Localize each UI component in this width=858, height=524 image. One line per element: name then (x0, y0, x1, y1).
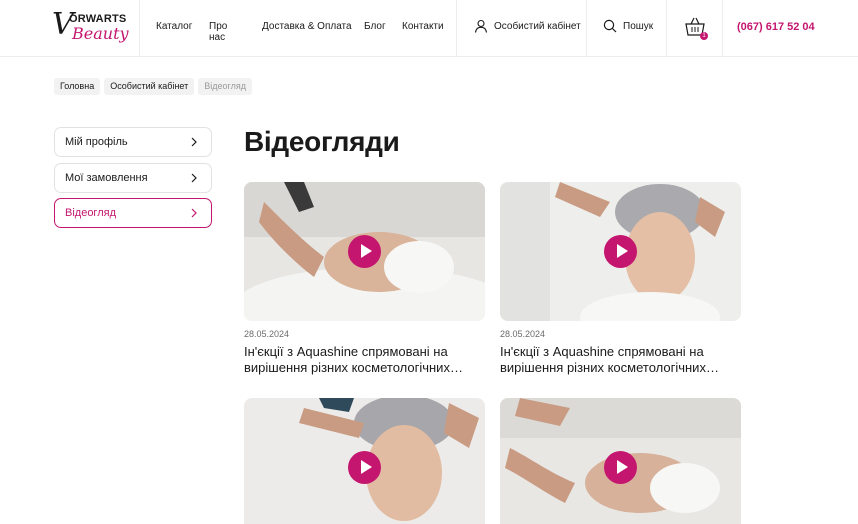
user-icon (474, 19, 488, 33)
header-divider (666, 0, 667, 57)
breadcrumb-current: Відеогляд (198, 78, 252, 95)
video-date: 28.05.2024 (500, 329, 546, 339)
sidebar-item-label: Мої замовлення (65, 172, 148, 184)
header-divider (722, 0, 723, 57)
sidebar-item-orders[interactable]: Мої замовлення (54, 163, 212, 193)
video-card[interactable] (244, 398, 485, 524)
play-button[interactable] (604, 235, 637, 268)
chevron-right-icon (191, 173, 197, 183)
chevron-right-icon (191, 137, 197, 147)
header-divider (139, 0, 140, 57)
sidebar-item-profile[interactable]: Мій профіль (54, 127, 212, 157)
account-link[interactable]: Особистий кабінет (474, 19, 581, 33)
page-title: Відеогляди (244, 126, 400, 157)
header-divider (586, 0, 587, 57)
search-icon (603, 19, 617, 33)
search-label: Пошук (623, 20, 654, 32)
video-thumbnail[interactable] (500, 398, 741, 524)
video-title[interactable]: Ін'єкції з Aquashine спрямовані на виріш… (244, 344, 485, 376)
video-date: 28.05.2024 (244, 329, 290, 339)
video-title[interactable]: Ін'єкції з Aquashine спрямовані на виріш… (500, 344, 741, 376)
video-thumbnail[interactable] (244, 398, 485, 524)
breadcrumb-home[interactable]: Головна (54, 78, 101, 95)
header-divider (456, 0, 457, 57)
video-thumbnail[interactable] (500, 182, 741, 321)
nav-about[interactable]: Про нас (209, 21, 227, 43)
video-card[interactable]: 28.05.2024 Ін'єкції з Aquashine спрямова… (500, 182, 741, 376)
video-thumbnail[interactable] (244, 182, 485, 321)
sidebar-item-video-review[interactable]: Відеогляд (54, 198, 212, 228)
brand-logo[interactable]: V ORWARTS Beauty (52, 10, 132, 46)
play-button[interactable] (348, 451, 381, 484)
play-button[interactable] (348, 235, 381, 268)
search-button[interactable]: Пошук (603, 19, 653, 33)
nav-catalog[interactable]: Каталог (156, 21, 192, 32)
account-label: Особистий кабінет (494, 20, 581, 32)
video-card[interactable]: 28.05.2024 Ін'єкції з Aquashine спрямова… (244, 182, 485, 376)
sidebar-item-label: Відеогляд (65, 207, 116, 219)
sidebar-item-label: Мій профіль (65, 136, 128, 148)
breadcrumb: Головна Особистий кабінет Відеогляд (54, 78, 252, 95)
site-header: V ORWARTS Beauty Каталог Про нас Доставк… (0, 0, 858, 57)
play-button[interactable] (604, 451, 637, 484)
chevron-right-icon (191, 208, 197, 218)
nav-contacts[interactable]: Контакти (402, 21, 444, 32)
nav-blog[interactable]: Блог (364, 21, 386, 32)
logo-bottom-text: Beauty (72, 24, 129, 43)
cart-button[interactable]: 1 (683, 16, 708, 40)
breadcrumb-account[interactable]: Особистий кабінет (104, 78, 195, 95)
cart-count-badge: 1 (700, 32, 708, 40)
nav-delivery[interactable]: Доставка & Оплата (262, 21, 352, 32)
phone-link[interactable]: (067) 617 52 04 (737, 21, 815, 33)
video-card[interactable] (500, 398, 741, 524)
